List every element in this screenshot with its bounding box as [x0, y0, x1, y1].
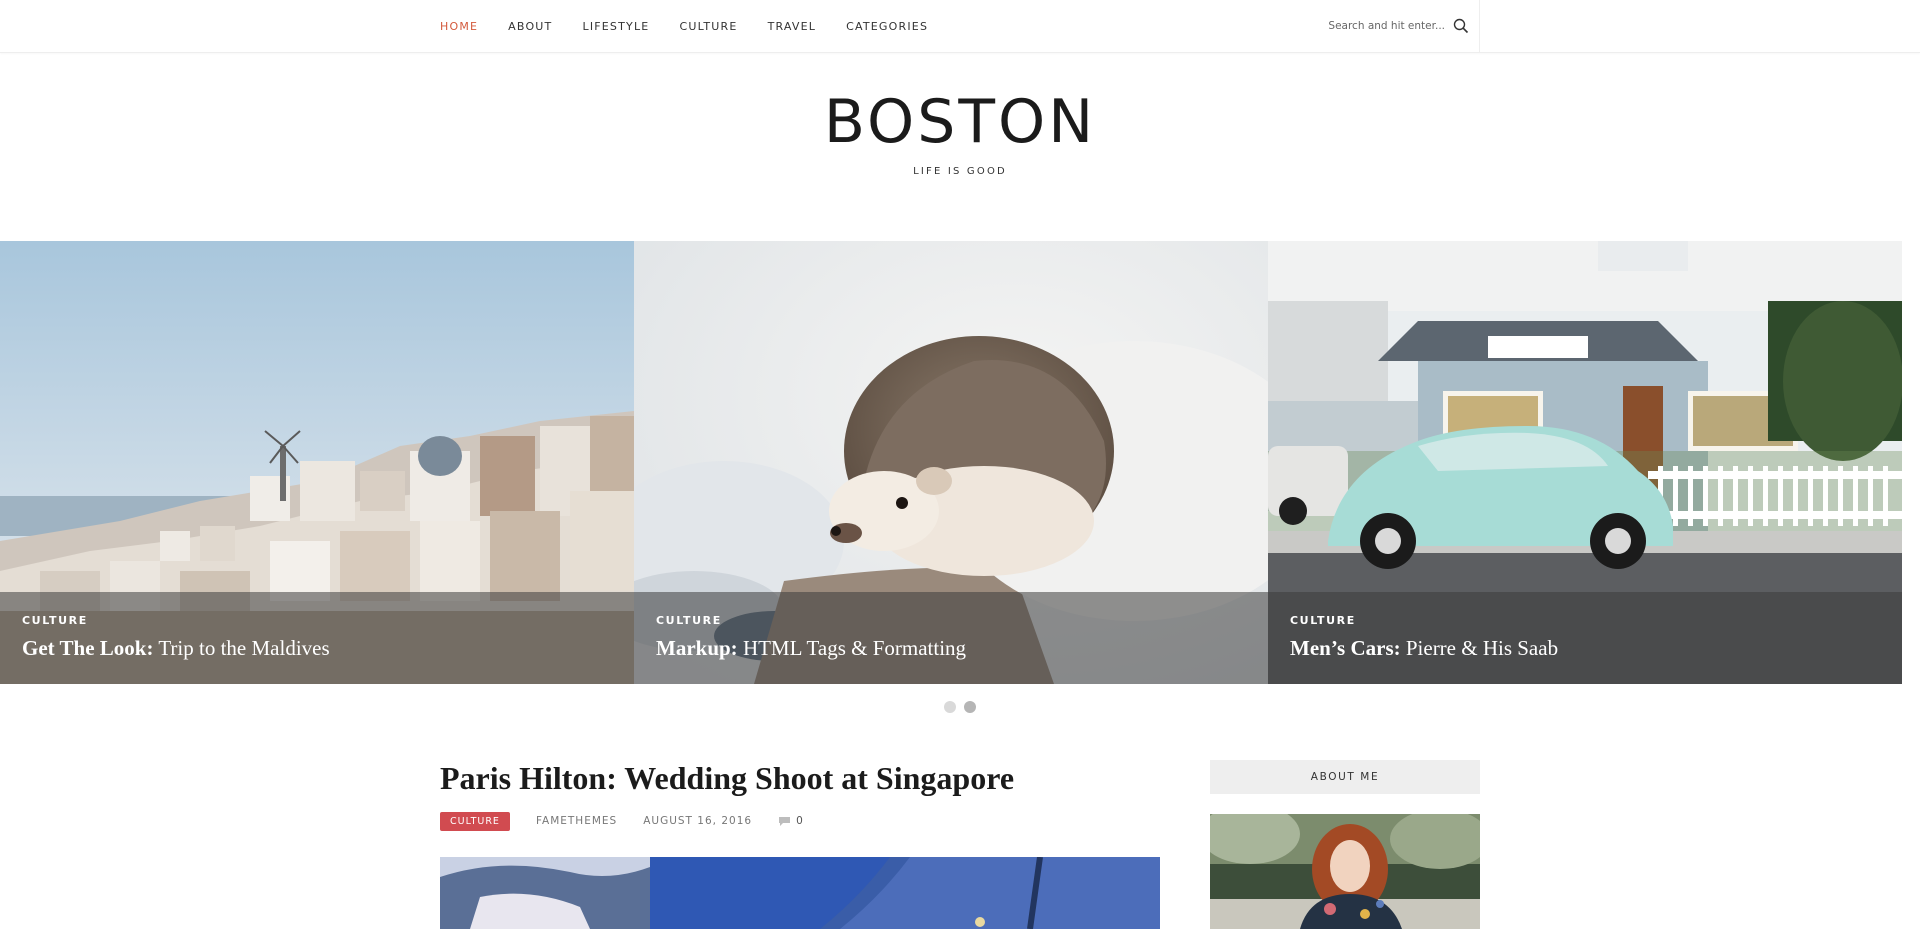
slide-2-title[interactable]: Markup: HTML Tags & Formatting — [656, 636, 1246, 661]
featured-slider: CULTURE Get The Look: Trip to the Maldiv… — [0, 241, 1902, 684]
slide-3-category[interactable]: CULTURE — [1290, 614, 1880, 627]
post-comments-count: 0 — [796, 815, 803, 827]
slider-pagination — [0, 701, 1920, 713]
search-box — [1306, 0, 1480, 52]
slide-3[interactable]: CULTURE Men’s Cars: Pierre & His Saab — [1268, 241, 1902, 684]
nav-item-categories[interactable]: CATEGORIES — [846, 20, 928, 33]
post-title-bold: Paris Hilton: — [440, 760, 617, 796]
slide-2-title-rest: HTML Tags & Formatting — [737, 636, 967, 660]
slide-2-category[interactable]: CULTURE — [656, 614, 1246, 627]
search-icon[interactable] — [1453, 18, 1469, 34]
slide-2[interactable]: CULTURE Markup: HTML Tags & Formatting — [634, 241, 1268, 684]
main-menu: HOME ABOUT LIFESTYLE CULTURE TRAVEL CATE… — [440, 0, 958, 52]
about-me-image — [1210, 814, 1480, 929]
post-author[interactable]: FAMETHEMES — [536, 815, 617, 827]
slide-2-caption: CULTURE Markup: HTML Tags & Formatting — [634, 592, 1268, 684]
nav-item-lifestyle[interactable]: LIFESTYLE — [582, 20, 649, 33]
top-navigation-bar: HOME ABOUT LIFESTYLE CULTURE TRAVEL CATE… — [0, 0, 1920, 53]
site-title[interactable]: BOSTON — [0, 92, 1920, 152]
about-me-widget-title: ABOUT ME — [1210, 760, 1480, 794]
post-comments-link[interactable]: 0 — [778, 815, 803, 827]
site-branding: BOSTON LIFE IS GOOD — [0, 92, 1920, 177]
slide-1-title-rest: Trip to the Maldives — [153, 636, 330, 660]
nav-item-home[interactable]: HOME — [440, 20, 478, 33]
slide-3-title-bold: Men’s Cars: — [1290, 636, 1401, 660]
slide-1[interactable]: CULTURE Get The Look: Trip to the Maldiv… — [0, 241, 634, 684]
slide-1-caption: CULTURE Get The Look: Trip to the Maldiv… — [0, 592, 634, 684]
post-title-rest: Wedding Shoot at Singapore — [616, 760, 1015, 796]
nav-item-travel[interactable]: TRAVEL — [768, 20, 817, 33]
slider-dot-1[interactable] — [944, 701, 956, 713]
slide-3-title[interactable]: Men’s Cars: Pierre & His Saab — [1290, 636, 1880, 661]
post-category-badge[interactable]: CULTURE — [440, 811, 510, 831]
post-title[interactable]: Paris Hilton: Wedding Shoot at Singapore — [440, 760, 1014, 797]
slide-1-title-bold: Get The Look: — [22, 636, 154, 660]
slider-dot-2[interactable] — [964, 701, 976, 713]
slide-3-title-rest: Pierre & His Saab — [1400, 636, 1559, 660]
nav-item-about[interactable]: ABOUT — [508, 20, 552, 33]
slide-2-title-bold: Markup: — [656, 636, 738, 660]
post-featured-image[interactable] — [440, 857, 1160, 929]
slide-1-title[interactable]: Get The Look: Trip to the Maldives — [22, 636, 612, 661]
site-tagline: LIFE IS GOOD — [913, 166, 1007, 177]
slide-1-category[interactable]: CULTURE — [22, 614, 612, 627]
nav-item-culture[interactable]: CULTURE — [679, 20, 737, 33]
slide-3-caption: CULTURE Men’s Cars: Pierre & His Saab — [1268, 592, 1902, 684]
post-meta: CULTURE FAMETHEMES AUGUST 16, 2016 0 — [440, 811, 803, 831]
post-date: AUGUST 16, 2016 — [643, 815, 753, 827]
search-input[interactable] — [1315, 20, 1445, 32]
comment-icon — [778, 816, 791, 827]
